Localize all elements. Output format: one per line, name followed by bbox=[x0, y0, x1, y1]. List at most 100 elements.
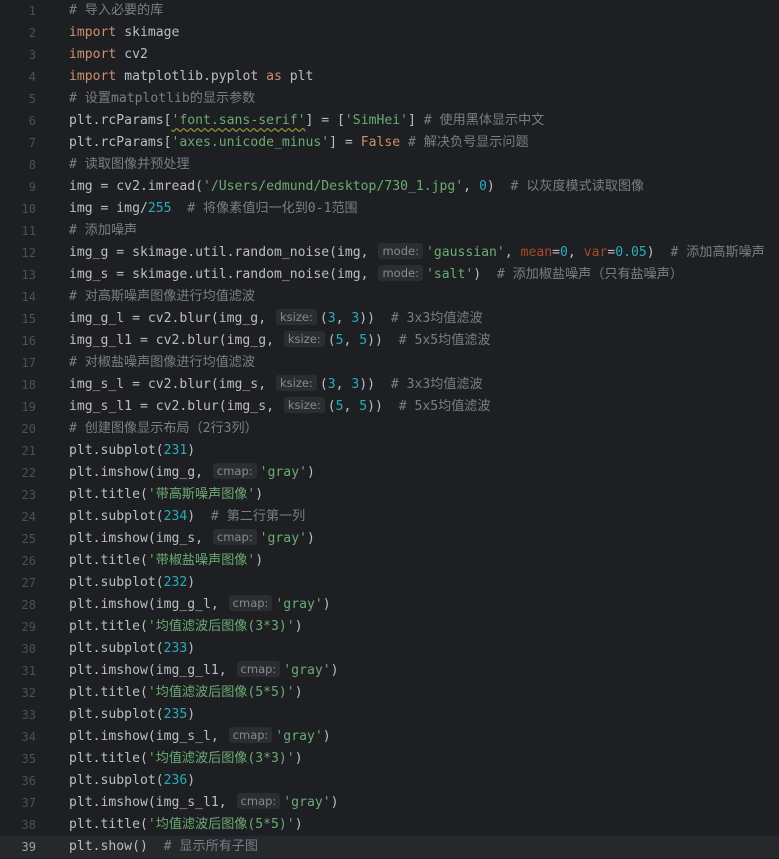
code-token: import bbox=[69, 25, 117, 40]
code-token: '/Users/edmund/Desktop/730_1.jpg' bbox=[203, 179, 464, 194]
code-token: mean bbox=[520, 245, 553, 260]
code-line[interactable]: 14 # 对高斯噪声图像进行均值滤波 bbox=[0, 286, 779, 308]
line-number: 6 bbox=[28, 114, 36, 128]
code-line[interactable]: 2 import skimage bbox=[0, 22, 779, 44]
code-token: 'gray' bbox=[259, 531, 307, 546]
code-token: )) bbox=[359, 311, 391, 326]
code-line[interactable]: 35 plt.title('均值滤波后图像(3*3)') bbox=[0, 748, 779, 770]
line-number: 11 bbox=[21, 224, 36, 238]
code-token: 'axes.unicode_minus' bbox=[171, 135, 330, 150]
code-line[interactable]: 29 plt.title('均值滤波后图像(3*3)') bbox=[0, 616, 779, 638]
code-token: ) bbox=[486, 179, 511, 194]
code-line[interactable]: 19 img_s_l1 = cv2.blur(img_s, ksize: (5, 5… bbox=[0, 396, 779, 418]
code-token: # 对高斯噪声图像进行均值滤波 bbox=[69, 289, 255, 304]
code-token: img = img/ bbox=[69, 201, 148, 216]
code-token: 234 bbox=[163, 509, 188, 524]
code-line[interactable]: 20 # 创建图像显示布局（2行3列） bbox=[0, 418, 779, 440]
code-token: # 显示所有子图 bbox=[163, 839, 258, 854]
code-token: 0 bbox=[478, 179, 487, 194]
code-token: 233 bbox=[163, 641, 188, 656]
line-number: 10 bbox=[21, 202, 36, 216]
code-text: import matplotlib.pyplot as plt bbox=[69, 66, 313, 88]
code-line[interactable]: 36 plt.subplot(236) bbox=[0, 770, 779, 792]
code-line[interactable]: 27 plt.subplot(232) bbox=[0, 572, 779, 594]
line-number: 22 bbox=[21, 466, 36, 480]
code-line[interactable]: 28 plt.imshow(img_g_l, cmap:'gray') bbox=[0, 594, 779, 616]
code-line[interactable]: 31 plt.imshow(img_g_l1, cmap:'gray') bbox=[0, 660, 779, 682]
code-line[interactable]: 7 plt.rcParams['axes.unicode_minus'] = Fa… bbox=[0, 132, 779, 154]
code-token: plt bbox=[281, 69, 314, 84]
code-text: plt.show() # 显示所有子图 bbox=[69, 836, 258, 858]
code-line[interactable]: 24 plt.subplot(234) # 第二行第一列 bbox=[0, 506, 779, 528]
line-number: 26 bbox=[21, 554, 36, 568]
code-token: # 导入必要的库 bbox=[69, 3, 164, 18]
parameter-hint: ksize: bbox=[275, 309, 317, 325]
code-token: ) bbox=[255, 487, 264, 502]
code-token: 236 bbox=[163, 773, 188, 788]
code-token: , bbox=[335, 377, 352, 392]
parameter-hint: mode: bbox=[378, 265, 423, 281]
code-line[interactable]: 18 img_s_l = cv2.blur(img_s, ksize: (3, 3)… bbox=[0, 374, 779, 396]
code-line[interactable]: 25 plt.imshow(img_s, cmap:'gray') bbox=[0, 528, 779, 550]
code-line[interactable]: 15 img_g_l = cv2.blur(img_g, ksize: (3, 3)… bbox=[0, 308, 779, 330]
code-line[interactable]: 11 # 添加噪声 bbox=[0, 220, 779, 242]
code-token: # 设置matplotlib的显示参数 bbox=[69, 91, 256, 106]
code-line[interactable]: 34 plt.imshow(img_s_l, cmap:'gray') bbox=[0, 726, 779, 748]
code-line[interactable]: 23 plt.title('带高斯噪声图像') bbox=[0, 484, 779, 506]
code-text: plt.subplot(235) bbox=[69, 704, 195, 726]
code-token: img_g_l1 = cv2.blur(img_g, bbox=[69, 333, 282, 348]
code-line[interactable]: 12 img_g = skimage.util.random_noise(img,… bbox=[0, 242, 779, 264]
code-line[interactable]: 4 import matplotlib.pyplot as plt bbox=[0, 66, 779, 88]
code-editor[interactable]: 1 # 导入必要的库 2 import skimage 3 import cv2 4 impo… bbox=[0, 0, 779, 859]
code-line[interactable]: 30 plt.subplot(233) bbox=[0, 638, 779, 660]
code-line[interactable]: 8 # 读取图像并预处理 bbox=[0, 154, 779, 176]
code-text: plt.subplot(233) bbox=[69, 638, 195, 660]
code-token: matplotlib.pyplot bbox=[116, 69, 267, 84]
code-token: 'salt' bbox=[425, 267, 474, 282]
code-token: ) bbox=[187, 707, 196, 722]
code-token: img_s = skimage.util.random_noise(img, bbox=[69, 267, 377, 282]
code-line[interactable]: 39 plt.show() # 显示所有子图 bbox=[0, 836, 779, 858]
code-token: ) bbox=[294, 751, 303, 766]
code-line[interactable]: 33 plt.subplot(235) bbox=[0, 704, 779, 726]
code-token: ) bbox=[187, 641, 196, 656]
code-line[interactable]: 10 img = img/255 # 将像素值归一化到0-1范围 bbox=[0, 198, 779, 220]
code-line[interactable]: 17 # 对椒盐噪声图像进行均值滤波 bbox=[0, 352, 779, 374]
code-line[interactable]: 32 plt.title('均值滤波后图像(5*5)') bbox=[0, 682, 779, 704]
code-token: 'gray' bbox=[275, 729, 323, 744]
code-token: plt.title( bbox=[69, 619, 148, 634]
code-token: 231 bbox=[163, 443, 188, 458]
code-token: plt.title( bbox=[69, 487, 148, 502]
line-number: 23 bbox=[21, 488, 36, 502]
code-text: plt.title('带椒盐噪声图像') bbox=[69, 550, 263, 572]
code-line[interactable]: 9 img = cv2.imread('/Users/edmund/Desktop… bbox=[0, 176, 779, 198]
code-text: plt.title('均值滤波后图像(3*3)') bbox=[69, 748, 303, 770]
code-text: plt.subplot(236) bbox=[69, 770, 195, 792]
code-line[interactable]: 22 plt.imshow(img_g, cmap:'gray') bbox=[0, 462, 779, 484]
code-line[interactable]: 21 plt.subplot(231) bbox=[0, 440, 779, 462]
code-line[interactable]: 16 img_g_l1 = cv2.blur(img_g, ksize: (5, 5… bbox=[0, 330, 779, 352]
code-token: , bbox=[343, 399, 360, 414]
code-line[interactable]: 13 img_s = skimage.util.random_noise(img,… bbox=[0, 264, 779, 286]
code-token: img_g = skimage.util.random_noise(img, bbox=[69, 245, 377, 260]
code-text: plt.imshow(img_g_l1, cmap:'gray') bbox=[69, 660, 339, 682]
code-token: plt.imshow(img_g_l, bbox=[69, 597, 227, 612]
code-line[interactable]: 1 # 导入必要的库 bbox=[0, 0, 779, 22]
code-line[interactable]: 3 import cv2 bbox=[0, 44, 779, 66]
code-line[interactable]: 37 plt.imshow(img_s_l1, cmap:'gray') bbox=[0, 792, 779, 814]
code-token: 0.05 bbox=[615, 245, 647, 260]
code-text: plt.title('均值滤波后图像(5*5)') bbox=[69, 682, 303, 704]
code-text: plt.rcParams['font.sans-serif'] = ['SimH… bbox=[69, 110, 544, 132]
code-token: '均值滤波后图像(3*3)' bbox=[147, 619, 295, 634]
code-token: , bbox=[463, 179, 479, 194]
code-token: # 3x3均值滤波 bbox=[390, 377, 483, 392]
code-token: plt.rcParams[ bbox=[69, 113, 172, 128]
code-line[interactable]: 5 # 设置matplotlib的显示参数 bbox=[0, 88, 779, 110]
code-line[interactable]: 38 plt.title('均值滤波后图像(5*5)') bbox=[0, 814, 779, 836]
code-line[interactable]: 26 plt.title('带椒盐噪声图像') bbox=[0, 550, 779, 572]
code-token: )) bbox=[359, 377, 391, 392]
code-line[interactable]: 6 plt.rcParams['font.sans-serif'] = ['Sim… bbox=[0, 110, 779, 132]
line-number: 20 bbox=[21, 422, 36, 436]
code-text: plt.imshow(img_s_l1, cmap:'gray') bbox=[69, 792, 339, 814]
